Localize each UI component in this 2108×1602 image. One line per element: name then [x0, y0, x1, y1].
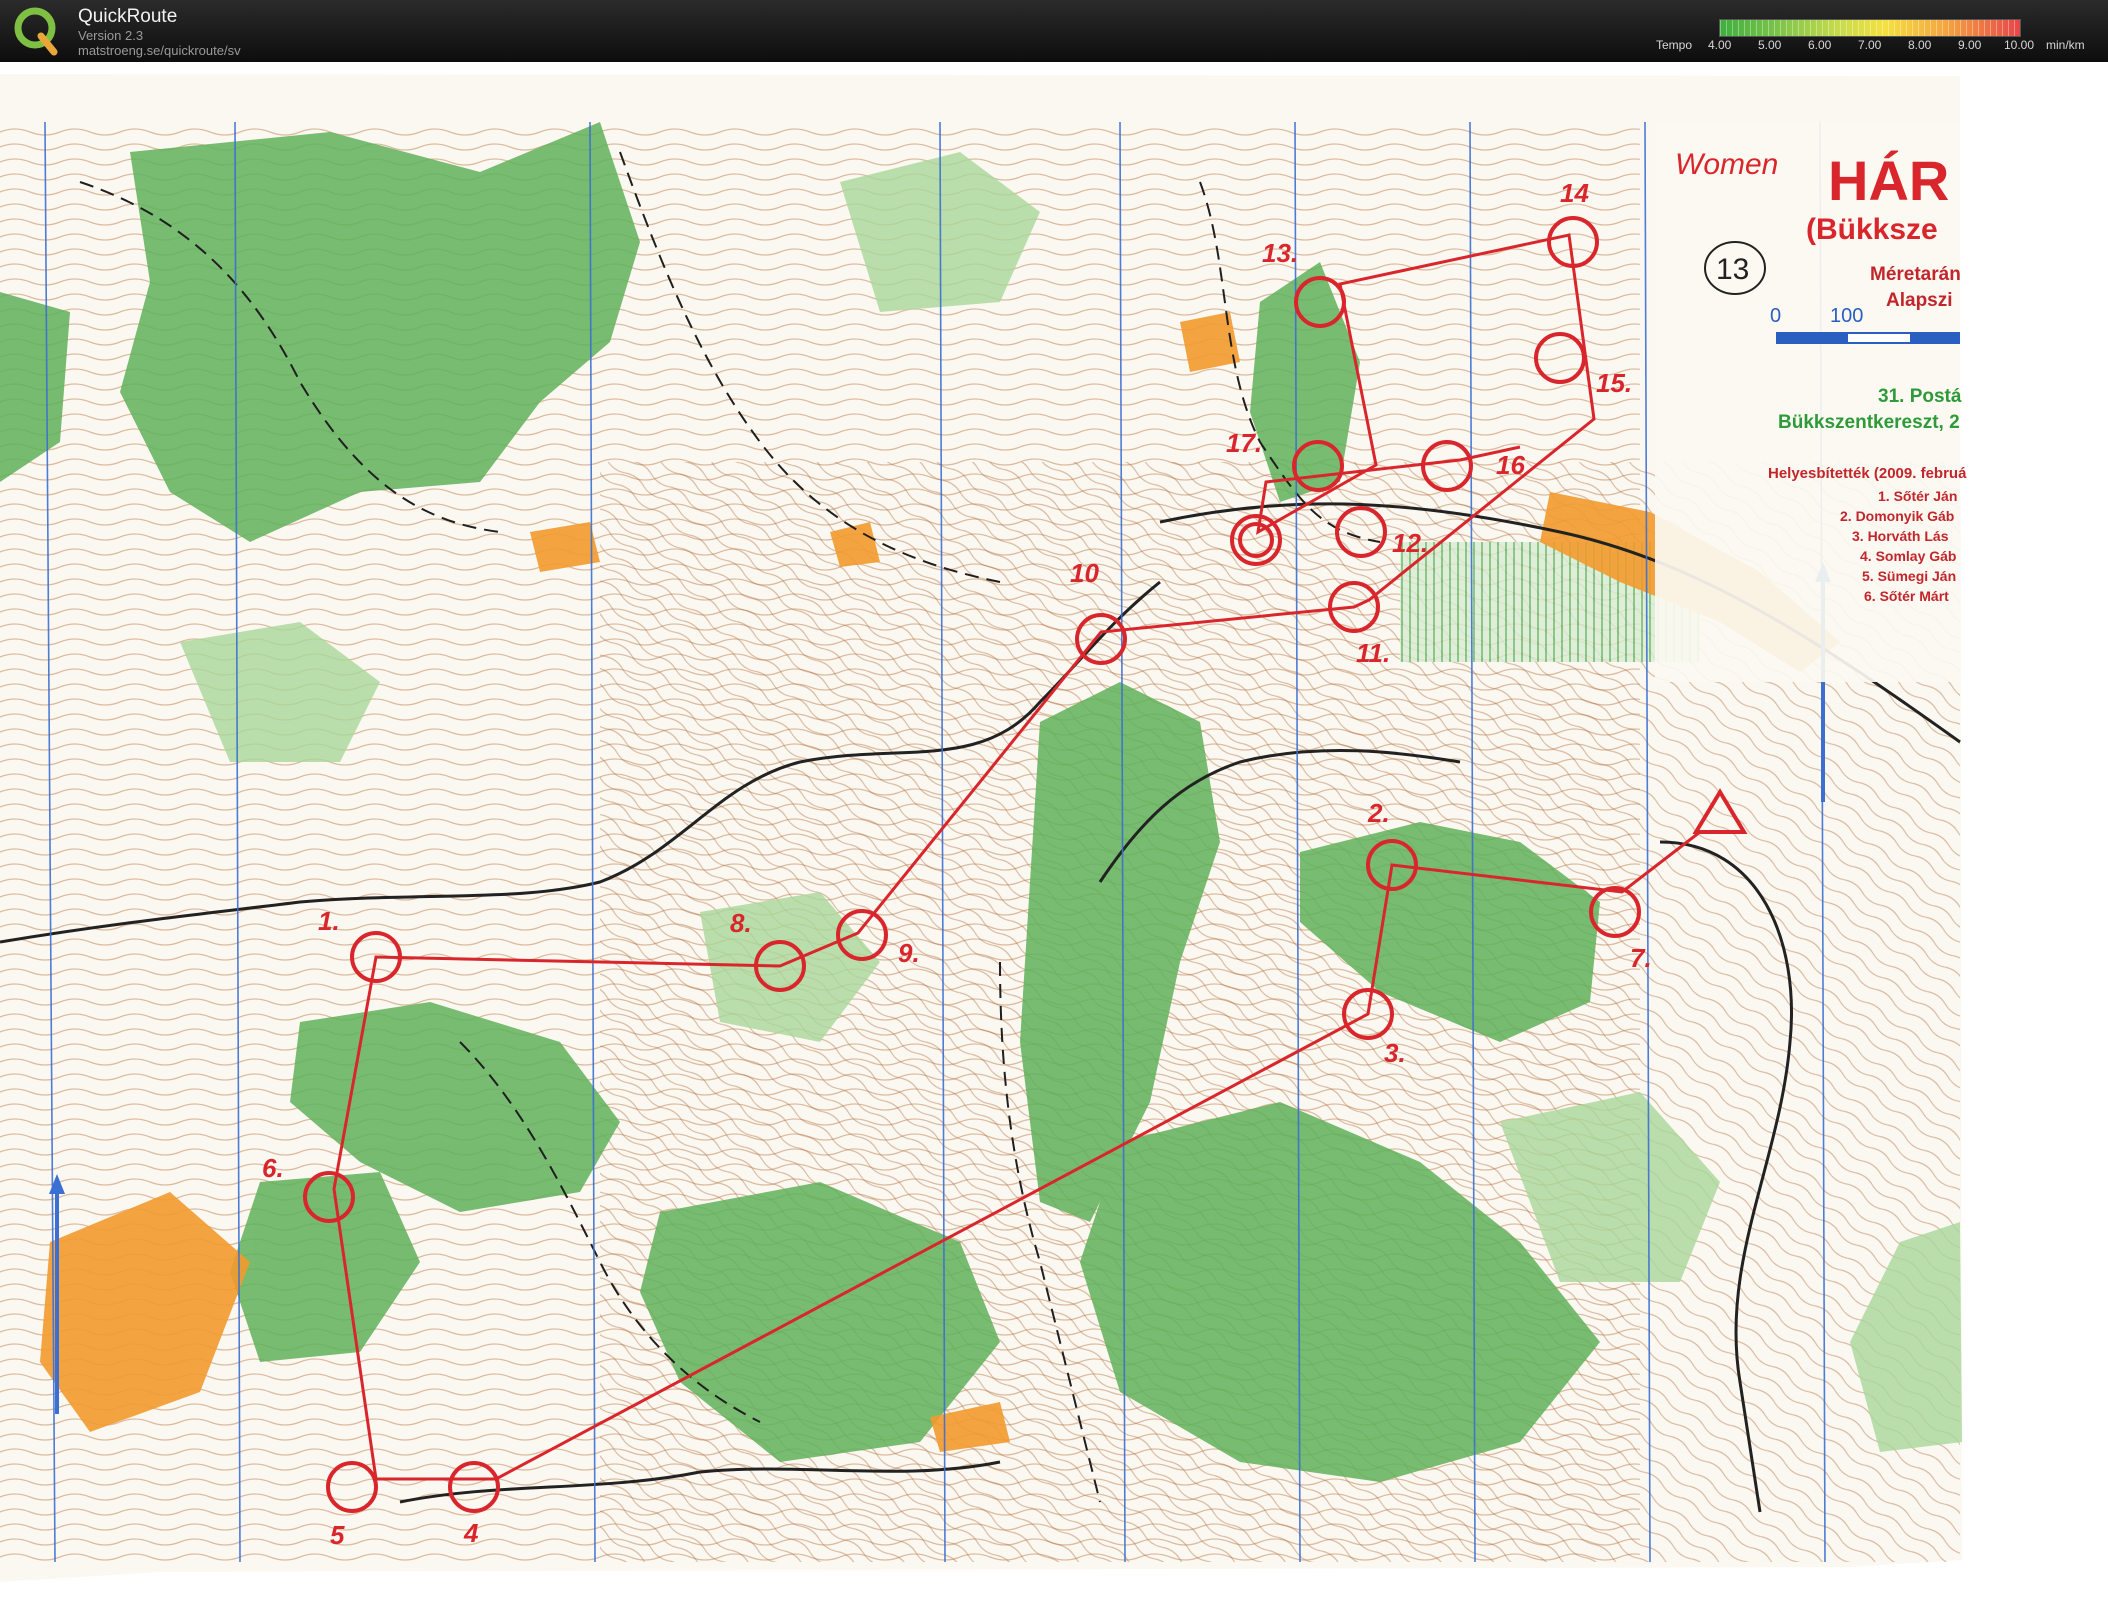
control-label: 7.	[1630, 943, 1652, 973]
control-label: 14	[1560, 178, 1589, 208]
legend-tick: 8.00	[1908, 38, 1932, 52]
legend-tick: 5.00	[1758, 38, 1782, 52]
map-viewport[interactable]: 1. 2. 3. 4 5 6. 7. 8. 9. 10 11. 12. 13. …	[0, 62, 2108, 1597]
control-label: 12.	[1392, 528, 1428, 558]
result-item: 6. Sőtér Márt	[1864, 588, 1949, 604]
legend-tick: 4.00	[1708, 38, 1732, 52]
control-label: 1.	[318, 906, 340, 936]
scale-line-1: Méretarán	[1870, 264, 1961, 285]
control-label: 8.	[730, 908, 752, 938]
results-heading: Helyesbítették (2009. februá	[1768, 465, 1967, 482]
control-label: 4	[463, 1518, 479, 1548]
header-note: Women	[1675, 148, 1778, 181]
app-url[interactable]: matstroeng.se/quickroute/sv	[78, 43, 241, 58]
event-line-2: Bükkszentkereszt, 2	[1778, 412, 1960, 433]
control-label: 2.	[1367, 798, 1390, 828]
control-label: 9.	[898, 938, 920, 968]
control-label: 13.	[1262, 238, 1298, 268]
legend-unit: min/km	[2046, 38, 2085, 52]
result-item: 5. Sümegi Ján	[1862, 568, 1956, 584]
event-line-1: 31. Postá	[1878, 386, 1962, 407]
result-item: 4. Somlay Gáb	[1860, 548, 1956, 564]
legend-tick: 9.00	[1958, 38, 1982, 52]
legend-label: Tempo	[1656, 38, 1693, 52]
scale-bar	[1776, 332, 1960, 344]
tempo-color-bar	[1719, 19, 2021, 37]
map-subtitle: (Bükksze	[1806, 213, 1938, 246]
control-label: 11.	[1356, 638, 1390, 668]
control-label: 5	[330, 1520, 345, 1550]
legend-tick: 6.00	[1808, 38, 1832, 52]
result-item: 1. Sőtér Ján	[1878, 488, 1957, 504]
map-title: HÁR	[1828, 149, 1949, 212]
tempo-legend: Tempo 4.00 5.00 6.00 7.00 8.00 9.00 10.0…	[1650, 16, 2100, 56]
control-label: 3.	[1384, 1038, 1406, 1068]
control-label: 6.	[262, 1153, 284, 1183]
circled-number: 13	[1716, 253, 1749, 286]
scale-tick: 0	[1770, 305, 1781, 327]
legend-tick: 7.00	[1858, 38, 1882, 52]
app-header: QuickRoute Version 2.3 matstroeng.se/qui…	[0, 0, 2108, 63]
result-item: 2. Domonyik Gáb	[1840, 508, 1954, 524]
quickroute-logo-icon	[14, 7, 58, 56]
app-version: Version 2.3	[78, 28, 144, 43]
control-label: 10	[1070, 558, 1099, 588]
result-item: 3. Horváth Lás	[1852, 528, 1949, 544]
scale-tick: 100	[1830, 305, 1863, 327]
control-label: 15.	[1596, 368, 1632, 398]
app-title: QuickRoute	[78, 6, 178, 27]
legend-tick: 10.00	[2004, 38, 2035, 52]
orienteering-map[interactable]: 1. 2. 3. 4 5 6. 7. 8. 9. 10 11. 12. 13. …	[0, 62, 2108, 1597]
scale-line-2: Alapszi	[1886, 290, 1953, 311]
control-label: 17.	[1226, 428, 1262, 458]
control-label: 16	[1496, 450, 1525, 480]
